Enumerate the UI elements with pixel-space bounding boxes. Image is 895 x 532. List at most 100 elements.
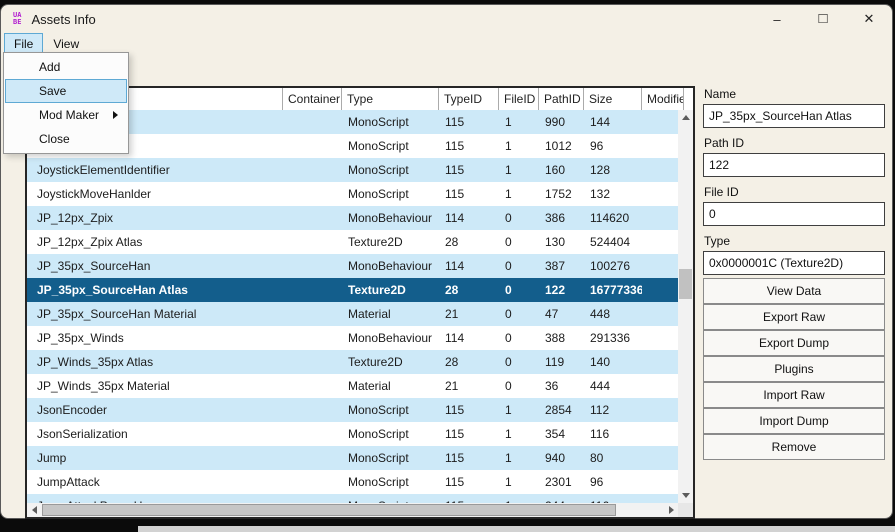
table-row[interactable]: JP_35px_WindsMonoBehaviour1140388291336 <box>27 326 678 350</box>
view-data-button[interactable]: View Data <box>703 278 885 304</box>
cell-file_id: 0 <box>499 283 539 297</box>
table-row[interactable]: JP_Winds_35px MaterialMaterial21036444 <box>27 374 678 398</box>
file-id-field[interactable] <box>703 202 885 226</box>
header-filler <box>684 88 693 110</box>
menu-item-close[interactable]: Close <box>5 127 127 151</box>
file-menu-dropdown: AddSaveMod MakerClose <box>3 52 129 154</box>
menu-bar: FileView <box>1 33 892 55</box>
path-id-label: Path ID <box>704 136 885 150</box>
cell-file_id: 1 <box>499 427 539 441</box>
cell-type: MonoScript <box>342 451 439 465</box>
cell-type: MonoBehaviour <box>342 259 439 273</box>
cell-path_id: 122 <box>539 283 584 297</box>
plugins-button[interactable]: Plugins <box>703 356 885 382</box>
cell-size: 144 <box>584 115 642 129</box>
type-field[interactable] <box>703 251 885 275</box>
scroll-right-button[interactable] <box>664 503 678 517</box>
cell-name: JP_Winds_35px Material <box>27 379 283 393</box>
cell-path_id: 119 <box>539 355 584 369</box>
table-row[interactable]: JumpAttackMonoScript1151230196 <box>27 470 678 494</box>
header-cell-modified[interactable]: Modified <box>642 88 684 110</box>
header-cell-path_id[interactable]: PathID <box>539 88 584 110</box>
cell-size: 448 <box>584 307 642 321</box>
cell-size: 80 <box>584 451 642 465</box>
cell-type_id: 21 <box>439 307 499 321</box>
cell-name: JP_35px_Winds <box>27 331 283 345</box>
cell-size: 100276 <box>584 259 642 273</box>
arrow-left-icon <box>32 506 37 514</box>
cell-type: MonoScript <box>342 187 439 201</box>
cell-type_id: 115 <box>439 163 499 177</box>
cell-file_id: 1 <box>499 403 539 417</box>
cell-type: Material <box>342 379 439 393</box>
cell-file_id: 1 <box>499 187 539 201</box>
cell-path_id: 354 <box>539 427 584 441</box>
scroll-up-button[interactable] <box>678 110 693 125</box>
table-row[interactable]: JP_Winds_35px AtlasTexture2D280119140 <box>27 350 678 374</box>
remove-button[interactable]: Remove <box>703 434 885 460</box>
cell-path_id: 388 <box>539 331 584 345</box>
cell-name: JP_35px_SourceHan Material <box>27 307 283 321</box>
cell-size: 132 <box>584 187 642 201</box>
table-row[interactable]: JP_35px_SourceHan AtlasTexture2D28012216… <box>27 278 678 302</box>
menu-item-mod-maker[interactable]: Mod Maker <box>5 103 127 127</box>
cell-name: JP_35px_SourceHan Atlas <box>27 283 283 297</box>
header-cell-file_id[interactable]: FileID <box>499 88 539 110</box>
scroll-down-button[interactable] <box>678 488 693 503</box>
cell-type: MonoBehaviour <box>342 211 439 225</box>
maximize-button[interactable]: □ <box>800 3 846 33</box>
export-raw-button[interactable]: Export Raw <box>703 304 885 330</box>
cell-type: Texture2D <box>342 283 439 297</box>
table-row[interactable]: JP_12px_ZpixMonoBehaviour1140386114620 <box>27 206 678 230</box>
h-scroll-thumb[interactable] <box>42 504 616 516</box>
header-cell-type[interactable]: Type <box>342 88 439 110</box>
table-row[interactable]: JsonSerializationMonoScript1151354116 <box>27 422 678 446</box>
cell-path_id: 2301 <box>539 475 584 489</box>
scroll-left-button[interactable] <box>27 503 41 517</box>
cell-type_id: 115 <box>439 427 499 441</box>
table-body: MonoScript1151990144MonoScript1151101296… <box>27 110 678 503</box>
header-cell-type_id[interactable]: TypeID <box>439 88 499 110</box>
close-button[interactable]: ✕ <box>846 5 892 33</box>
name-label: Name <box>704 87 885 101</box>
cell-type: Texture2D <box>342 235 439 249</box>
menu-item-save[interactable]: Save <box>5 79 127 103</box>
cell-type_id: 115 <box>439 451 499 465</box>
v-scroll-thumb[interactable] <box>679 269 692 299</box>
cell-size: 444 <box>584 379 642 393</box>
cell-name: Jump <box>27 451 283 465</box>
name-field[interactable] <box>703 104 885 128</box>
cell-type_id: 115 <box>439 139 499 153</box>
h-scrollbar[interactable] <box>27 503 678 517</box>
table-row[interactable]: JP_35px_SourceHanMonoBehaviour1140387100… <box>27 254 678 278</box>
table-row[interactable]: JumpMonoScript115194080 <box>27 446 678 470</box>
cell-path_id: 1012 <box>539 139 584 153</box>
header-cell-size[interactable]: Size <box>584 88 642 110</box>
arrow-right-icon <box>669 506 674 514</box>
v-scrollbar[interactable] <box>678 110 693 503</box>
header-cell-container[interactable]: Container <box>283 88 342 110</box>
table-row[interactable]: JoystickElementIdentifierMonoScript11511… <box>27 158 678 182</box>
cell-type_id: 115 <box>439 403 499 417</box>
cell-type: MonoScript <box>342 163 439 177</box>
panel-fields: NamePath IDFile IDType <box>703 87 885 275</box>
menu-item-add[interactable]: Add <box>5 55 127 79</box>
cell-path_id: 36 <box>539 379 584 393</box>
import-dump-button[interactable]: Import Dump <box>703 408 885 434</box>
cell-type: MonoScript <box>342 139 439 153</box>
cell-path_id: 386 <box>539 211 584 225</box>
import-raw-button[interactable]: Import Raw <box>703 382 885 408</box>
cell-type_id: 28 <box>439 235 499 249</box>
table-row[interactable]: JP_12px_Zpix AtlasTexture2D280130524404 <box>27 230 678 254</box>
path-id-field[interactable] <box>703 153 885 177</box>
table-row[interactable]: JoystickMoveHanlderMonoScript11511752132 <box>27 182 678 206</box>
cell-type_id: 114 <box>439 331 499 345</box>
cell-size: 96 <box>584 139 642 153</box>
table-row[interactable]: JsonEncoderMonoScript11512854112 <box>27 398 678 422</box>
cell-type: MonoScript <box>342 115 439 129</box>
export-dump-button[interactable]: Export Dump <box>703 330 885 356</box>
cell-file_id: 1 <box>499 163 539 177</box>
table-row[interactable]: JumpAttackPowerUpMonoScript1151244116 <box>27 494 678 503</box>
table-row[interactable]: JP_35px_SourceHan MaterialMaterial210474… <box>27 302 678 326</box>
minimize-button[interactable]: – <box>754 5 800 33</box>
